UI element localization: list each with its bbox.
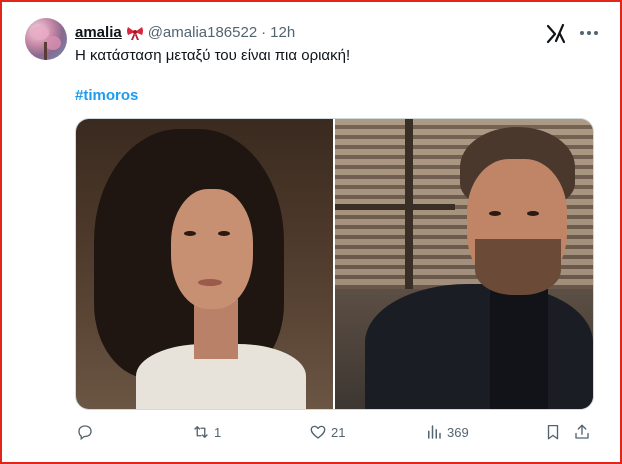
display-name[interactable]: amalia <box>75 23 122 43</box>
hashtag-link[interactable]: #timoros <box>75 86 138 106</box>
reply-button[interactable] <box>76 420 98 444</box>
views-button[interactable]: 369 <box>425 420 469 444</box>
handle[interactable]: @amalia186522 <box>148 23 257 43</box>
tweet-card[interactable]: amalia @amalia186522 · 12h Η κατάσταση μ… <box>2 2 620 462</box>
heart-icon <box>310 425 326 439</box>
bow-icon <box>126 25 144 41</box>
repost-icon <box>194 426 208 438</box>
bookmark-icon <box>547 424 559 440</box>
view-count: 369 <box>447 424 469 440</box>
repost-button[interactable]: 1 <box>192 420 221 444</box>
bookmark-button[interactable] <box>544 420 562 444</box>
like-button[interactable]: 21 <box>309 420 345 444</box>
media-image-man[interactable] <box>335 119 593 409</box>
reply-icon <box>78 425 92 441</box>
grok-icon[interactable] <box>545 22 567 44</box>
separator: · <box>261 24 267 41</box>
share-button[interactable] <box>573 420 591 444</box>
views-chart-icon <box>428 425 441 439</box>
media-grid[interactable] <box>75 118 594 410</box>
action-bar: 1 21 369 <box>72 420 594 444</box>
avatar[interactable] <box>25 18 67 60</box>
media-image-woman[interactable] <box>76 119 333 409</box>
share-icon <box>575 424 589 439</box>
tweet-text: Η κατάσταση μεταξύ του είναι πια οριακή! <box>75 47 351 64</box>
more-icon[interactable] <box>580 29 602 37</box>
tweet-header: amalia @amalia186522 · 12h <box>75 23 295 43</box>
like-count: 21 <box>331 424 346 440</box>
repost-count: 1 <box>214 424 222 440</box>
timestamp[interactable]: 12h <box>270 23 295 43</box>
screenshot-frame: amalia @amalia186522 · 12h Η κατάσταση μ… <box>0 0 622 464</box>
